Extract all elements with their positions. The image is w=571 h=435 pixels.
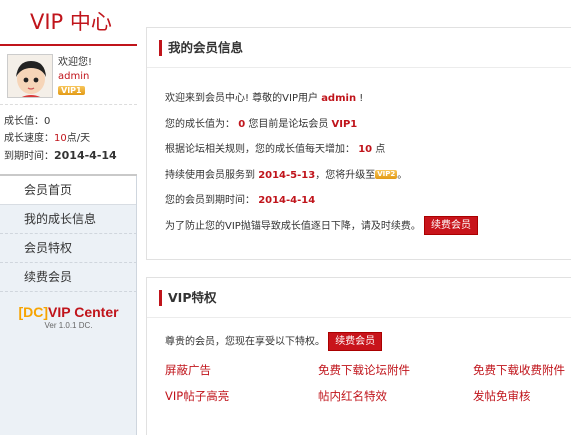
speed-unit: 点/天 (66, 133, 91, 144)
vip-level-badge: VIP1 (58, 86, 85, 95)
member-info-header: 我的会员信息 (147, 28, 571, 68)
renew-line: 为了防止您的VIP抛锚导致成长值逐日下降，请及时续费。 续费会员 (165, 214, 571, 240)
sidebar-nav: 会员首页 我的成长信息 会员特权 续费会员 [DC]VIP Center Ver… (0, 176, 137, 435)
brand-main: VIP Center (48, 304, 119, 320)
expire-value: 2014-4-14 (54, 149, 117, 162)
welcome-line-user: admin (321, 93, 357, 104)
upgrade-line-mid: ，您将升级至 (315, 169, 376, 181)
privilege-item-red-name[interactable]: 帖内红名特效 (318, 388, 387, 404)
expire-line-date: 2014-4-14 (258, 195, 316, 207)
vip-privilege-panel: VIP特权 尊贵的会员，您现在享受以下特权。 续费会员 屏蔽广告 免费下载论坛附… (146, 277, 571, 435)
privilege-renew-button[interactable]: 续费会员 (328, 332, 383, 351)
header-accent-bar (159, 290, 162, 306)
rule-line-value: 10 (358, 144, 373, 156)
speed-label: 成长速度： (4, 133, 54, 144)
privilege-intro: 尊贵的会员，您现在享受以下特权。 续费会员 (165, 332, 571, 356)
expire-line-text: 您的会员到期时间： (165, 195, 259, 207)
privilege-title: VIP特权 (168, 290, 217, 305)
brand-logo: [DC]VIP Center Ver 1.0.1 DC. (0, 304, 137, 330)
username[interactable]: admin (58, 70, 92, 84)
privilege-item-no-review[interactable]: 发帖免审核 (473, 388, 531, 404)
welcome-text: 欢迎您! (58, 57, 93, 68)
renew-button[interactable]: 续费会员 (424, 216, 479, 236)
growth-line-text: 您的成长值为： (165, 118, 239, 130)
growth-value: 0 (44, 116, 51, 127)
member-info-panel: 我的会员信息 欢迎来到会员中心! 尊敬的VIP用户 admin ! 您的成长值为… (146, 27, 571, 260)
user-card: 欢迎您! admin VIP1 (0, 46, 137, 104)
privilege-list: 屏蔽广告 免费下载论坛附件 免费下载收费附件 VIP帖子高亮 帖内红名特效 发帖… (165, 360, 571, 420)
privilege-intro-text: 尊贵的会员，您现在享受以下特权。 (165, 336, 325, 348)
welcome-line: 欢迎来到会员中心! 尊敬的VIP用户 admin ! (165, 86, 571, 112)
renew-line-text: 为了防止您的VIP抛锚导致成长值逐日下降，请及时续费。 (165, 220, 421, 232)
rule-line-unit: 点 (372, 144, 386, 156)
privilege-item-block-ads[interactable]: 屏蔽广告 (165, 362, 211, 378)
nav-border (136, 176, 137, 435)
header-accent-bar (159, 40, 162, 56)
upgrade-line-text: 持续使用会员服务到 (165, 169, 259, 181)
sidebar-title: VIP 中心 (0, 0, 137, 44)
avatar-icon (8, 55, 52, 97)
growth-stat: 成长值：0 (4, 113, 137, 130)
upgrade-line-end: 。 (397, 169, 408, 181)
upgrade-line-date: 2014-5-13 (258, 169, 316, 181)
growth-line-level: VIP1 (331, 118, 358, 130)
expire-label: 到期时间： (4, 151, 54, 162)
privilege-header: VIP特权 (147, 278, 571, 318)
rule-line: 根据论坛相关规则，您的成长值每天增加： 10 点 (165, 137, 571, 163)
privilege-item-highlight-posts[interactable]: VIP帖子高亮 (165, 388, 229, 404)
nav-item-privileges[interactable]: 会员特权 (0, 234, 137, 263)
growth-line: 您的成长值为： 0 您目前是论坛会员 VIP1 (165, 112, 571, 138)
welcome-line-text: 欢迎来到会员中心! 尊敬的VIP用户 (165, 93, 322, 104)
growth-line-mid: 您目前是论坛会员 (245, 118, 332, 130)
brand-version: Ver 1.0.1 DC. (44, 321, 93, 330)
expire-line: 您的会员到期时间： 2014-4-14 (165, 188, 571, 214)
nav-item-member-home[interactable]: 会员首页 (0, 176, 137, 205)
speed-value: 10 (54, 133, 67, 144)
nav-item-growth-info[interactable]: 我的成长信息 (0, 205, 137, 234)
welcome-line-end: ! (356, 93, 364, 104)
rule-line-text: 根据论坛相关规则，您的成长值每天增加： (165, 144, 359, 156)
avatar[interactable] (7, 54, 53, 98)
brand-dc: [DC] (18, 304, 48, 320)
expire-stat: 到期时间：2014-4-14 (4, 147, 137, 165)
privilege-item-free-attachments[interactable]: 免费下载论坛附件 (318, 362, 410, 378)
privilege-body: 尊贵的会员，您现在享受以下特权。 续费会员 屏蔽广告 免费下载论坛附件 免费下载… (147, 318, 571, 420)
vip2-badge: VIP2 (375, 170, 398, 180)
upgrade-line: 持续使用会员服务到 2014-5-13，您将升级至 VIP2。 (165, 163, 571, 189)
member-info-title: 我的会员信息 (168, 40, 244, 55)
privilege-item-free-paid-attachments[interactable]: 免费下载收费附件 (473, 362, 565, 378)
speed-stat: 成长速度：10点/天 (4, 130, 137, 147)
member-stats: 成长值：0 成长速度：10点/天 到期时间：2014-4-14 (0, 105, 137, 174)
member-info-body: 欢迎来到会员中心! 尊敬的VIP用户 admin ! 您的成长值为： 0 您目前… (147, 68, 571, 240)
nav-item-renew[interactable]: 续费会员 (0, 263, 137, 292)
growth-label: 成长值： (4, 116, 44, 127)
